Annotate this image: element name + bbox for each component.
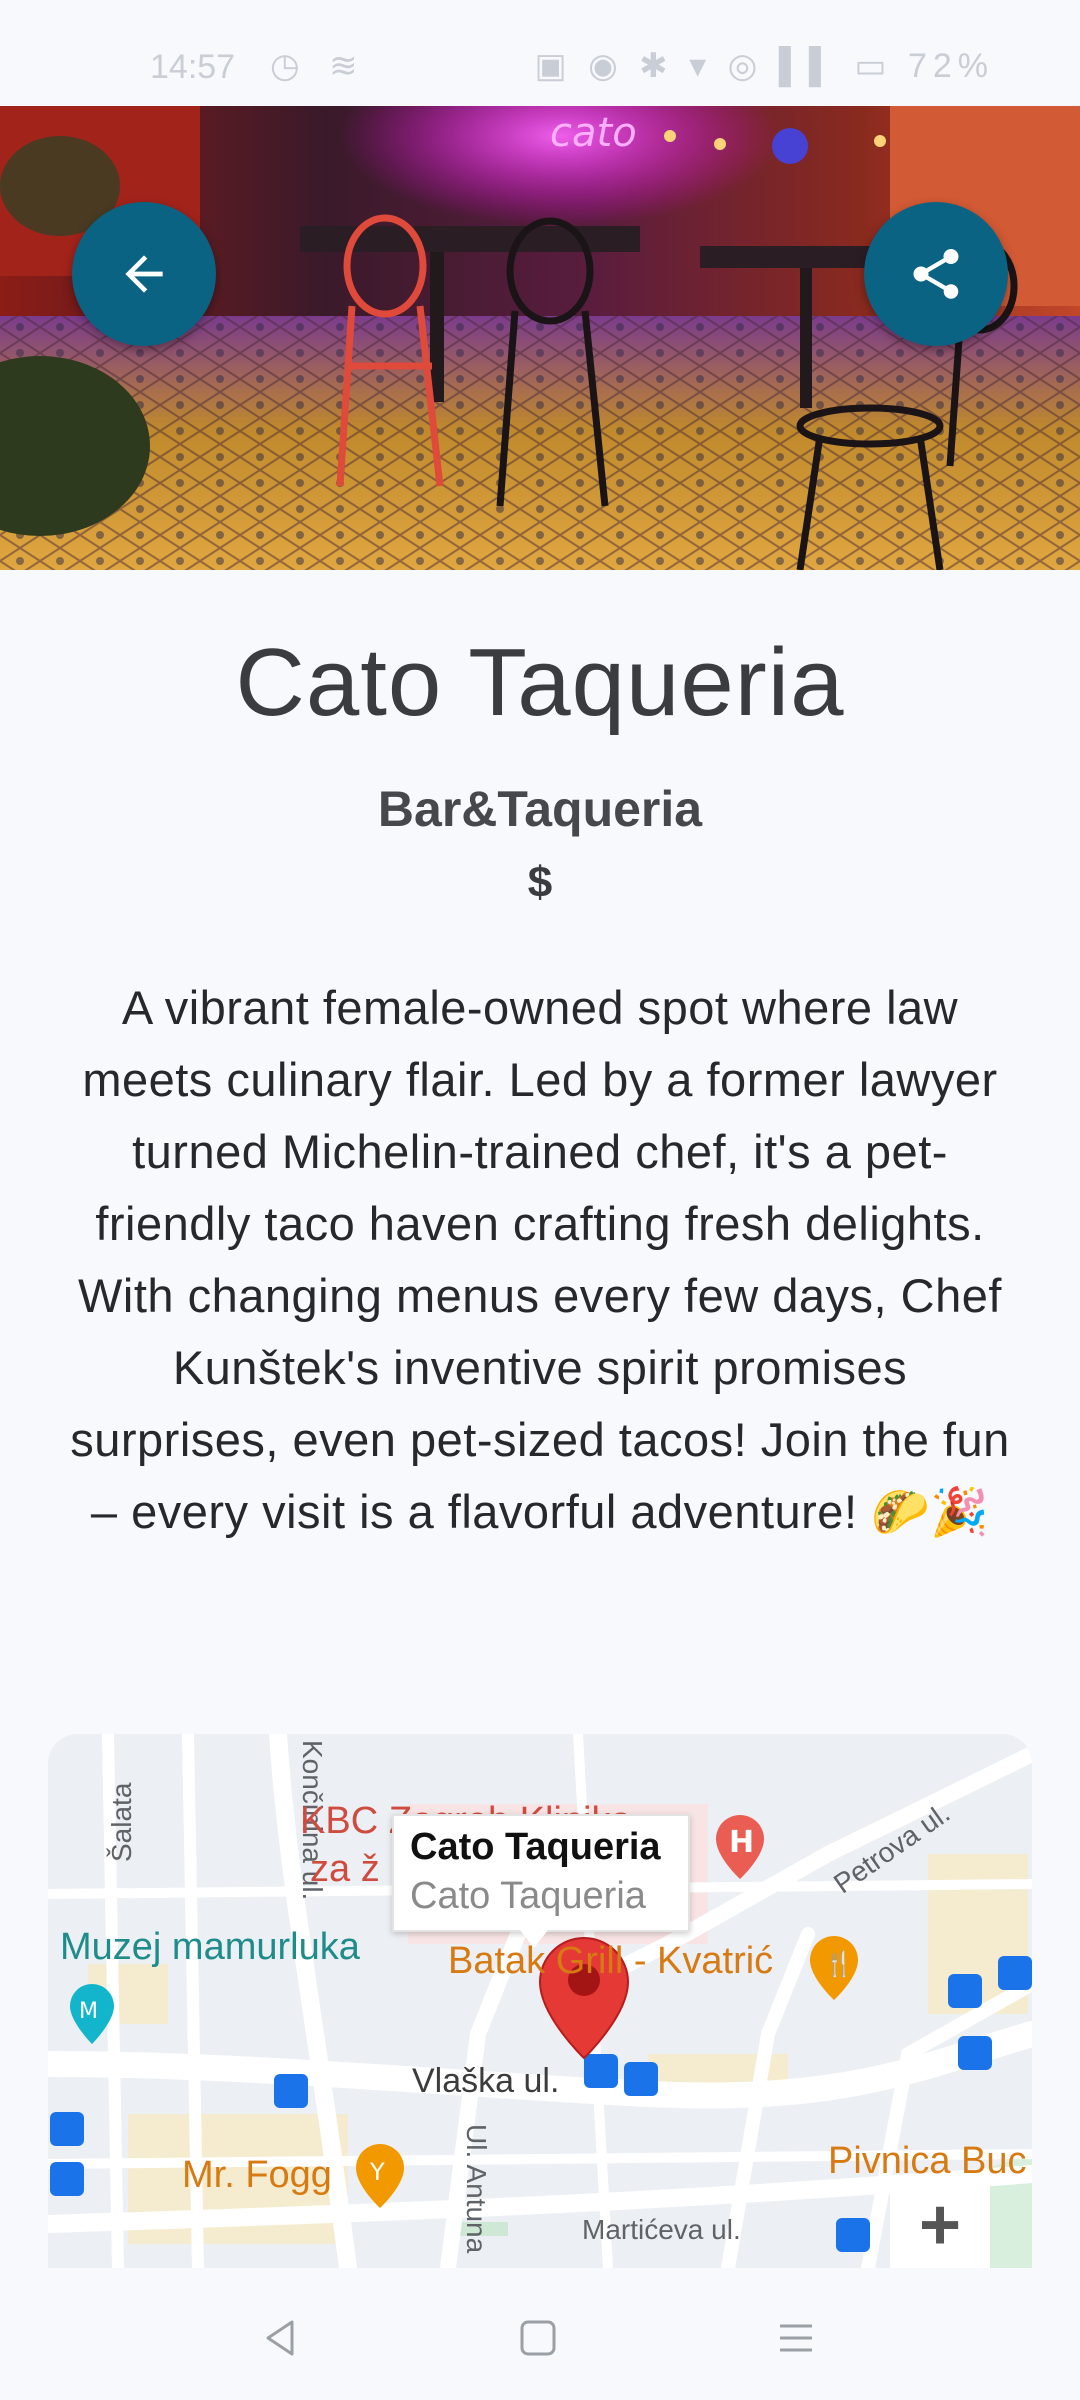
info-window-title: Cato Taqueria — [410, 1826, 661, 1868]
back-button[interactable] — [72, 202, 216, 346]
info-window-tail — [520, 1930, 548, 1948]
map-label-batak: Batak Grill - Kvatrić — [448, 1940, 774, 1982]
info-window-subtitle: Cato Taqueria — [410, 1875, 646, 1917]
nav-home-icon — [520, 2320, 556, 2356]
nav-back-button[interactable] — [250, 2308, 310, 2368]
share-button[interactable] — [864, 202, 1008, 346]
system-nav-bar — [0, 2268, 1080, 2400]
svg-text:🍴: 🍴 — [824, 1950, 854, 1978]
map-label-pivnica: Pivnica Buc — [828, 2140, 1027, 2182]
map-label-mr-fogg: Mr. Fogg — [182, 2154, 332, 2196]
share-icon — [913, 249, 959, 299]
location-map[interactable]: H 🍴 M Y Šalata Končinina ul. KBC za ž Mu… — [48, 1734, 1032, 2268]
place-price: $ — [527, 858, 553, 907]
map-label-antuna: Ul. Antuna — [461, 2124, 492, 2254]
status-bar: 14:57 ◷ ≋ ▣ ◉ ✱ ▾ ◎ ▌▌ ▭ 72% — [0, 0, 1080, 106]
map-label-muzej: Muzej mamurluka — [60, 1926, 360, 1968]
place-category: Bar&Taqueria — [377, 781, 703, 837]
svg-text:cato: cato — [550, 110, 637, 156]
zoom-in-button[interactable]: + — [890, 2182, 990, 2268]
status-right-icons: ▣ ◉ ✱ ▾ ◎ ▌▌ ▭ 72% — [534, 47, 994, 85]
status-left-icons: ◷ ≋ — [270, 47, 368, 85]
nav-recent-icon — [780, 2324, 812, 2352]
svg-text:Y: Y — [369, 2158, 385, 2186]
nav-recent-button[interactable] — [766, 2308, 826, 2368]
place-name: Cato Taqueria — [235, 629, 845, 736]
map-label-marticeva: Martićeva ul. — [582, 2214, 741, 2245]
place-description: A vibrant female-owned spot where law me… — [70, 981, 1010, 1538]
hero-image: cato — [0, 106, 1080, 570]
nav-home-button[interactable] — [508, 2308, 568, 2368]
screen: 14:57 ◷ ≋ ▣ ◉ ✱ ▾ ◎ ▌▌ ▭ 72% cato Cato T… — [0, 0, 1080, 2400]
status-time: 14:57 — [150, 48, 236, 86]
svg-text:H: H — [729, 1825, 754, 1860]
map-label-vlaska: Vlaška ul. — [412, 2062, 560, 2100]
nav-back-icon — [266, 2320, 294, 2356]
map-label-salata: Šalata — [106, 1782, 137, 1862]
map-info-window[interactable]: Cato Taqueria Cato Taqueria — [392, 1814, 690, 1932]
map-label-kbc-line2: za ž — [310, 1848, 380, 1890]
arrow-left-icon — [125, 255, 163, 293]
svg-text:M: M — [79, 1999, 98, 2024]
